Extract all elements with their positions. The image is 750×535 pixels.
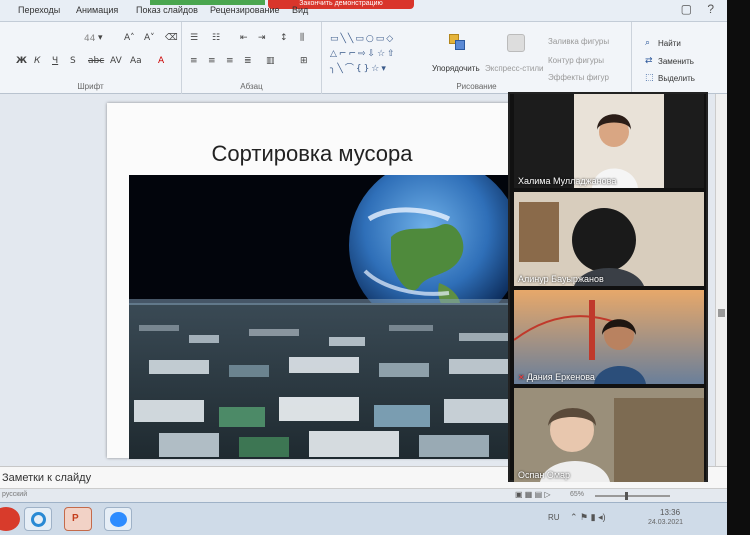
start-button-icon[interactable] (0, 507, 20, 531)
clock-time[interactable]: 13:36 (660, 508, 680, 517)
shrink-font-icon[interactable]: A˅ (144, 33, 155, 43)
shape-effects-button[interactable]: Эффекты фигур (548, 73, 609, 82)
slide-image[interactable] (129, 175, 527, 459)
participant-name: Оспан Омар (518, 470, 571, 480)
case-icon[interactable]: Aa (130, 56, 142, 66)
tab-view[interactable]: Вид (292, 5, 308, 15)
justify-icon[interactable]: ≣ (244, 56, 252, 66)
align-right-icon[interactable]: ≡ (226, 56, 234, 66)
font-color-icon[interactable]: A (158, 56, 164, 66)
align-center-icon[interactable]: ≡ (208, 56, 216, 66)
mic-muted-icon: ✕ (518, 373, 525, 382)
shadow-icon[interactable]: S (70, 56, 76, 66)
end-demo-button[interactable]: Закончить демонстрацию (268, 0, 414, 9)
select-button[interactable]: Выделить (658, 74, 695, 83)
tab-transitions[interactable]: Переходы (18, 5, 60, 15)
shape-outline-button[interactable]: Контур фигуры (548, 56, 604, 65)
bold-icon[interactable]: Ж (16, 56, 27, 66)
screen: Закончить демонстрацию Переходы Анимация… (0, 0, 750, 535)
increase-indent-icon[interactable]: ⇥ (258, 33, 266, 43)
find-button[interactable]: Найти (658, 39, 681, 48)
participant-name: Алинур Бауыржанов (518, 274, 604, 284)
paragraph-group-label: Абзац (240, 82, 263, 91)
participant-tile[interactable]: Оспан Омар (514, 388, 704, 482)
font-size-field[interactable]: 44 (84, 34, 95, 44)
tab-review[interactable]: Рецензирование (210, 5, 280, 15)
quick-styles-button[interactable]: Экспресс-стили (485, 64, 544, 73)
status-bar: русский ▣ ▦ ▤ ▷ 65% (0, 488, 727, 502)
replace-icon[interactable]: ⇄ (645, 56, 653, 66)
ribbon-tab-bar: Закончить демонстрацию Переходы Анимация… (0, 0, 750, 22)
zoom-slider-thumb[interactable] (625, 492, 628, 500)
notes-placeholder: Заметки к слайду (2, 472, 92, 484)
tab-slideshow[interactable]: Показ слайдов (136, 5, 198, 15)
drawing-group-label: Рисование (456, 82, 497, 91)
text-direction-icon[interactable]: ⫼ (300, 33, 304, 43)
underline-icon[interactable]: Ч (52, 56, 58, 66)
vertical-scrollbar[interactable] (715, 94, 727, 466)
ie-icon[interactable] (24, 507, 52, 531)
paragraph-group: ☰ ☷ ⇤ ⇥ ↕ ⫼ ≡ ≡ ≡ ≣ ▥ ⊞ Абзац (182, 22, 322, 94)
earth-pollution-image (129, 175, 527, 459)
italic-icon[interactable]: К (34, 56, 40, 66)
find-icon[interactable]: ⌕ (645, 38, 650, 48)
participant-video (574, 94, 664, 188)
tray-icons[interactable]: ⌃ ⚑ ▮ ◂) (570, 512, 606, 523)
strikethrough-icon[interactable]: abc (88, 56, 104, 66)
numbering-icon[interactable]: ☷ (212, 33, 220, 43)
arrange-button[interactable]: Упорядочить (432, 64, 480, 73)
participant-name: ✕ Дания Еркенова (518, 372, 595, 382)
monitor-bezel (727, 0, 750, 535)
font-size-dropdown-icon[interactable]: ▾ (98, 33, 103, 43)
slide-title[interactable]: Сортировка мусора (107, 141, 517, 167)
bullets-icon[interactable]: ☰ (190, 33, 198, 43)
select-icon[interactable]: ⬚ (645, 73, 654, 83)
align-left-icon[interactable]: ≡ (190, 56, 198, 66)
zoom-slider[interactable] (595, 492, 670, 500)
zoom-level[interactable]: 65% (570, 491, 584, 498)
columns-icon[interactable]: ▥ (266, 56, 275, 66)
window-controls-icon[interactable]: ▢ ? (681, 2, 720, 16)
font-group: 44 ▾ A˄ A˅ ⌫ Ж К Ч S abc AV Aa A Шрифт (0, 22, 182, 94)
participant-tile[interactable]: Халима Мулладжанова (514, 94, 704, 188)
arrange-icon[interactable] (449, 34, 467, 52)
participant-name: Халима Мулладжанова (518, 176, 617, 186)
spacing-icon[interactable]: AV (110, 56, 122, 66)
powerpoint-icon[interactable]: P (64, 507, 92, 531)
tab-animations[interactable]: Анимация (76, 5, 118, 15)
participant-tile[interactable]: ✕ Дания Еркенова (514, 290, 704, 384)
zoom-app-icon[interactable] (104, 507, 132, 531)
shapes-gallery[interactable]: ▭╲╲▭○▭◇ △⌐⌐⇨⇩☆⇧ ╮╲⌒{}☆▾ (330, 32, 422, 77)
taskbar: P RU ⌃ ⚑ ▮ ◂) 13:36 24.03.2021 (0, 502, 727, 535)
participant-tile[interactable]: Алинур Бауыржанов (514, 192, 704, 286)
grow-font-icon[interactable]: A˄ (124, 33, 135, 43)
scroll-thumb[interactable] (718, 309, 725, 317)
line-spacing-icon[interactable]: ↕ (280, 33, 288, 43)
clock-date[interactable]: 24.03.2021 (648, 519, 683, 526)
view-buttons-icon[interactable]: ▣ ▦ ▤ ▷ (515, 490, 551, 499)
smartart-icon[interactable]: ⊞ (300, 56, 308, 66)
video-gallery-panel[interactable]: Халима Мулладжанова Алинур Бауыржанов ✕ … (508, 92, 708, 482)
participant-video (514, 192, 704, 286)
font-group-label: Шрифт (77, 82, 104, 91)
participant-video (514, 290, 704, 384)
language-indicator[interactable]: русский (2, 491, 27, 498)
quick-styles-icon[interactable] (507, 34, 525, 52)
ribbon: 44 ▾ A˄ A˅ ⌫ Ж К Ч S abc AV Aa A Шрифт ☰… (0, 22, 750, 94)
slide[interactable]: Сортировка мусора (107, 103, 537, 459)
input-language[interactable]: RU (548, 513, 560, 522)
participant-video (514, 388, 704, 482)
replace-button[interactable]: Заменить (658, 57, 694, 66)
clear-format-icon[interactable]: ⌫ (165, 33, 178, 43)
shape-fill-button[interactable]: Заливка фигуры (548, 37, 609, 46)
decrease-indent-icon[interactable]: ⇤ (240, 33, 248, 43)
